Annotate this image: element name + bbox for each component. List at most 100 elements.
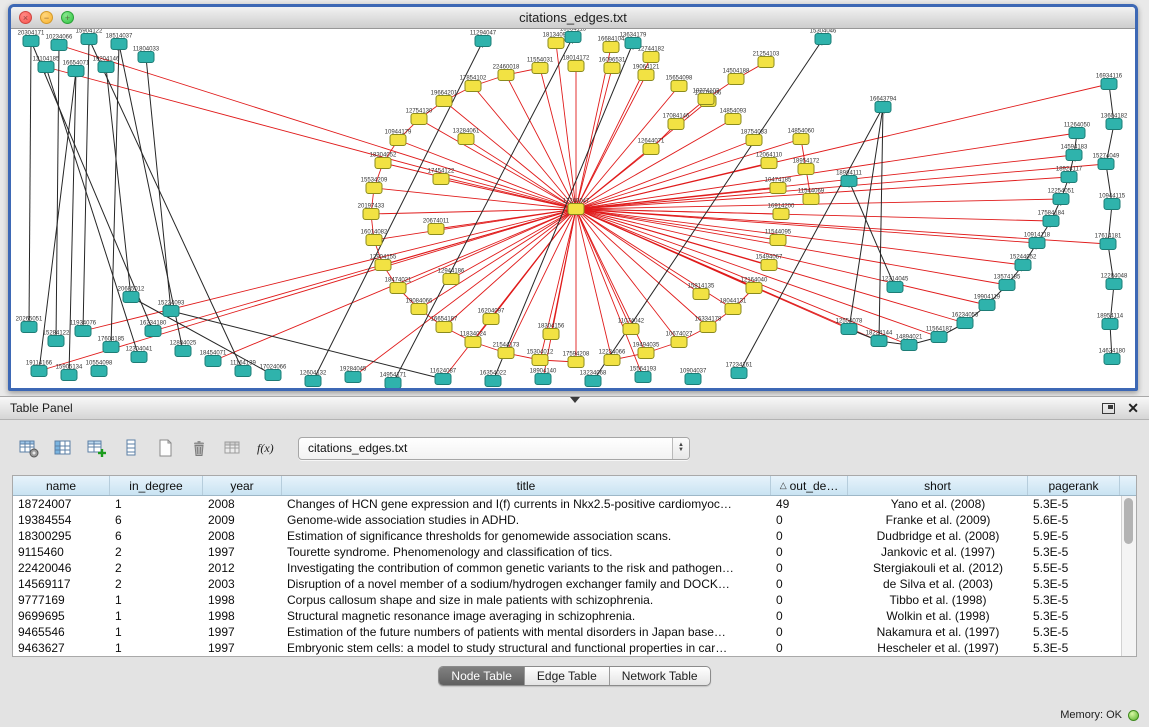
table-row[interactable]: 911546021997Tourette syndrome. Phenomeno… — [13, 544, 1121, 560]
graph-edge[interactable] — [29, 41, 31, 327]
graph-node[interactable]: 14594183 — [1061, 145, 1088, 161]
table-row[interactable]: 1830029562008Estimation of significance … — [13, 528, 1121, 544]
graph-node[interactable]: 11074042 — [618, 319, 645, 335]
graph-node[interactable]: 11544069 — [798, 189, 825, 205]
graph-edge[interactable] — [56, 45, 59, 341]
minimize-window-button[interactable]: − — [40, 11, 53, 24]
tab-network-table[interactable]: Network Table — [610, 667, 710, 685]
network-graph[interactable]: 1724004711554031224600181785410219664201… — [11, 29, 1135, 388]
column-header-title[interactable]: title — [282, 476, 771, 495]
graph-node[interactable]: 11264050 — [1064, 123, 1091, 139]
graph-edge[interactable] — [398, 140, 576, 209]
graph-edge[interactable] — [444, 101, 576, 209]
graph-node[interactable]: 15304046 — [810, 29, 837, 45]
network-canvas[interactable]: 1724004711554031224600181785410219664201… — [11, 29, 1135, 388]
graph-node[interactable]: 16684104 — [598, 37, 625, 53]
new-file-icon[interactable] — [150, 435, 180, 462]
column-header-short[interactable]: short — [848, 476, 1028, 495]
network-view-window[interactable]: × − + citations_edges.txt 17240047115540… — [8, 4, 1138, 391]
graph-node[interactable]: 10904037 — [680, 369, 707, 385]
graph-node[interactable]: 20265051 — [16, 317, 43, 333]
graph-node[interactable]: 15905134 — [56, 365, 83, 381]
graph-node[interactable]: 10944115 — [1099, 194, 1126, 210]
graph-node[interactable]: 19064121 — [633, 65, 660, 81]
graph-node[interactable]: 19284045 — [340, 367, 367, 383]
table-row[interactable]: 1456911722003Disruption of a novel membe… — [13, 576, 1121, 592]
graph-node[interactable]: 17604185 — [98, 337, 125, 353]
graph-node[interactable]: 16096531 — [599, 58, 626, 74]
graph-node[interactable]: 17234161 — [726, 363, 753, 379]
column-header-name[interactable]: name — [13, 476, 110, 495]
graph-edge[interactable] — [879, 107, 883, 341]
close-window-button[interactable]: × — [19, 11, 32, 24]
table-row[interactable]: 1938455462009Genome-wide association stu… — [13, 512, 1121, 528]
graph-node[interactable]: 18224144 — [866, 331, 893, 347]
graph-node[interactable]: 16643794 — [870, 97, 897, 113]
tab-node-table[interactable]: Node Table — [439, 667, 525, 685]
graph-node[interactable]: 12284048 — [1101, 274, 1128, 290]
graph-node[interactable]: 20685012 — [118, 287, 145, 303]
graph-node[interactable]: 19494035 — [633, 343, 660, 359]
graph-node[interactable]: 18014172 — [563, 56, 590, 72]
new-column-icon[interactable] — [82, 435, 112, 462]
graph-node[interactable]: 16654071 — [63, 61, 90, 77]
graph-node[interactable]: 12604132 — [300, 371, 327, 387]
graph-node[interactable]: 12254051 — [1048, 189, 1075, 205]
column-header-pagerank[interactable]: pagerank — [1028, 476, 1120, 495]
graph-node[interactable]: 16914200 — [768, 204, 795, 220]
graph-edge[interactable] — [576, 209, 708, 327]
graph-node[interactable]: 15284122 — [43, 331, 70, 347]
graph-node[interactable]: 12754130 — [406, 109, 433, 125]
graph-node[interactable]: 18514037 — [106, 34, 133, 50]
graph-edge[interactable] — [383, 163, 576, 209]
graph-node[interactable]: 15244052 — [1010, 255, 1037, 271]
graph-node[interactable]: 11554031 — [527, 58, 554, 74]
graph-edge[interactable] — [576, 209, 1051, 221]
graph-node[interactable]: 11804033 — [133, 47, 160, 63]
graph-node[interactable]: 21254103 — [753, 52, 780, 68]
panel-resize-grip[interactable] — [570, 397, 580, 403]
graph-node[interactable]: 18304052 — [370, 153, 397, 169]
graph-edge[interactable] — [146, 57, 171, 311]
table-row[interactable]: 969969511998Structural magnetic resonanc… — [13, 608, 1121, 624]
graph-node[interactable]: 14954171 — [380, 373, 407, 389]
graph-node[interactable]: 18304156 — [538, 324, 565, 340]
graph-node[interactable]: 17594208 — [563, 352, 590, 368]
graph-node[interactable]: 12744182 — [638, 47, 665, 63]
column-header-year[interactable]: year — [203, 476, 282, 495]
graph-edge[interactable] — [46, 67, 576, 209]
graph-edge[interactable] — [576, 140, 754, 209]
graph-edge[interactable] — [849, 107, 883, 329]
graph-edge[interactable] — [313, 41, 483, 381]
graph-node[interactable]: 16334178 — [695, 317, 722, 333]
graph-edge[interactable] — [576, 209, 1108, 244]
table-options-icon[interactable] — [14, 435, 44, 462]
graph-node[interactable]: 16204097 — [478, 309, 505, 325]
graph-node[interactable]: 20197433 — [358, 204, 385, 220]
graph-node[interactable]: 20304171 — [18, 31, 45, 47]
graph-node[interactable]: 15814135 — [688, 284, 715, 300]
graph-node[interactable]: 15904122 — [76, 29, 103, 45]
graph-node[interactable]: 13234068 — [580, 371, 607, 387]
delete-icon[interactable] — [184, 435, 214, 462]
graph-edge[interactable] — [576, 209, 1007, 285]
graph-node[interactable]: 18044131 — [720, 299, 747, 315]
graph-edge[interactable] — [466, 139, 576, 209]
close-panel-icon[interactable]: ✕ — [1127, 401, 1139, 415]
graph-node[interactable]: 16354022 — [480, 371, 507, 387]
graph-node[interactable]: 18754033 — [741, 130, 768, 146]
graph-node[interactable]: 15654098 — [666, 76, 693, 92]
graph-node[interactable]: 11164139 — [230, 361, 256, 377]
graph-node[interactable]: 17614181 — [1095, 234, 1122, 250]
graph-node[interactable]: 12304041 — [126, 347, 153, 363]
graph-node[interactable]: 14854093 — [720, 109, 747, 125]
graph-edge[interactable] — [506, 209, 576, 353]
graph-node[interactable]: 17454122 — [428, 169, 455, 185]
graph-node[interactable]: 16934116 — [1096, 74, 1123, 90]
graph-node[interactable]: 18904140 — [530, 369, 557, 385]
graph-node[interactable]: 13604182 — [1101, 114, 1128, 130]
graph-node[interactable]: 10944179 — [385, 130, 412, 146]
graph-node[interactable]: 12884025 — [170, 341, 197, 357]
graph-edge[interactable] — [441, 179, 576, 209]
graph-node[interactable]: 10554098 — [86, 361, 113, 377]
